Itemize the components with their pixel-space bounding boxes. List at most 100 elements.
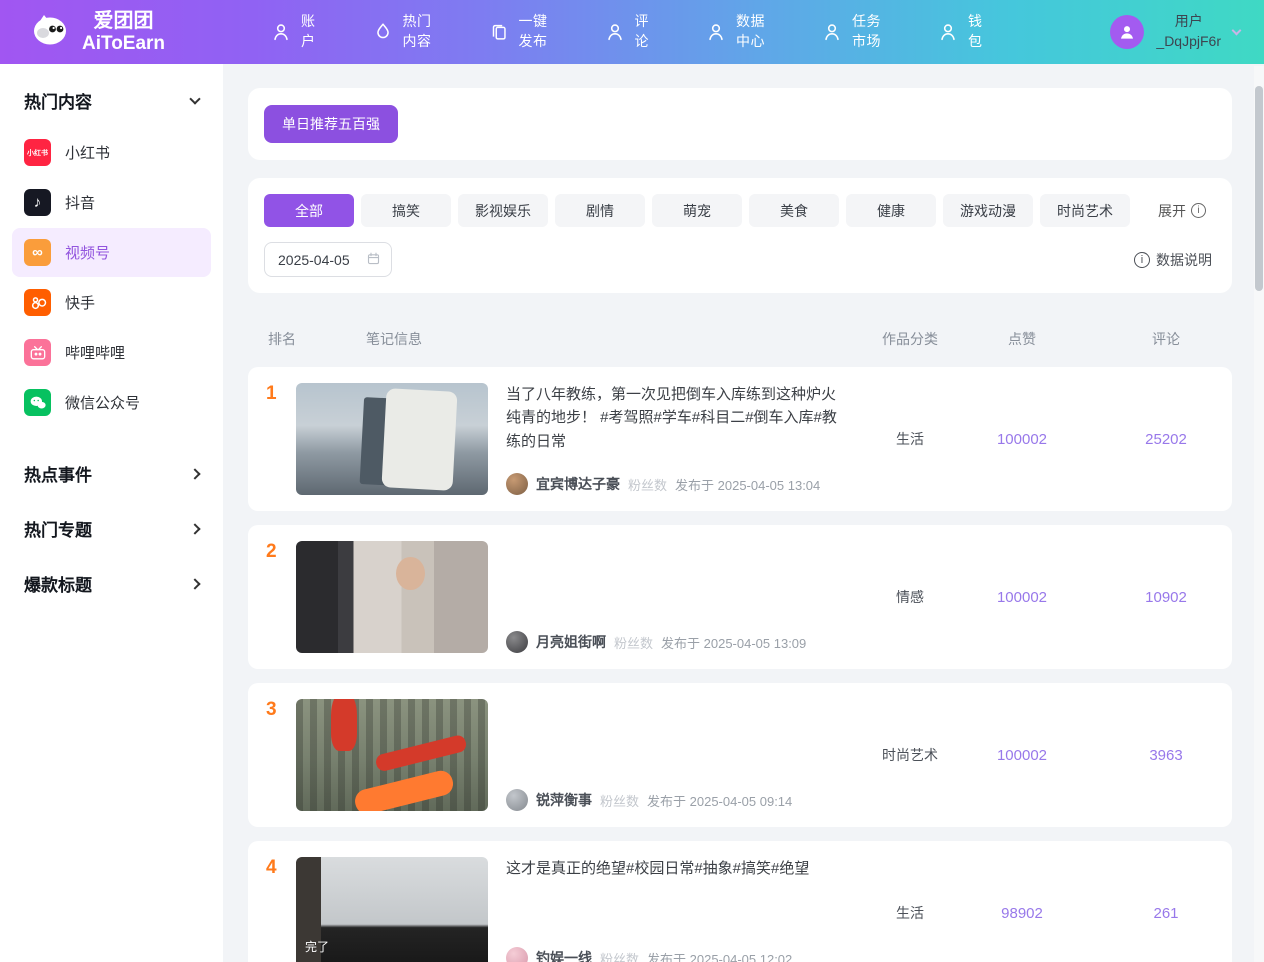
section-label: 热门专题 (24, 516, 92, 541)
fans-label: 粉丝数 (600, 791, 639, 810)
sidebar-item-bilibili[interactable]: 哔哩哔哩 (12, 328, 211, 377)
user-icon (705, 21, 727, 43)
nav-item-label: 任务市场 (852, 12, 881, 51)
nav-item-label: 钱包 (968, 12, 983, 51)
video-thumbnail[interactable] (296, 541, 488, 653)
category-cell: 生活 (858, 429, 962, 449)
table-row[interactable]: 2 月亮姐街啊 粉丝数 发布于 2025-04-05 13:09 情感 1000… (248, 525, 1232, 669)
likes-cell: 98902 (972, 905, 1072, 922)
expand-tabs-link[interactable]: 展开 i (1158, 201, 1216, 221)
sidebar-item-label: 小红书 (65, 142, 110, 163)
nav-item-label: 数据中心 (736, 12, 765, 51)
header-category: 作品分类 (858, 329, 962, 349)
sidebar-item-label: 抖音 (65, 192, 95, 213)
table-row[interactable]: 4 完了 这才是真正的绝望#校园日常#抽象#搞笑#绝望 钓娱一线 粉丝数 发布于… (248, 841, 1232, 962)
tab-food[interactable]: 美食 (749, 194, 839, 227)
chevron-right-icon (189, 523, 200, 534)
user-icon (604, 21, 626, 43)
sidebar-item-shipinhao[interactable]: ∞ 视频号 (12, 228, 211, 277)
table-row[interactable]: 1 当了八年教练，第一次见把倒车入库练到这种炉火纯青的地步！ #考驾照#学车#科… (248, 367, 1232, 511)
tab-funny[interactable]: 搞笑 (361, 194, 451, 227)
date-value: 2025-04-05 (278, 252, 350, 268)
author-name[interactable]: 锐萍衡事 (536, 790, 592, 810)
sidebar-section-hot-events[interactable]: 热点事件 (0, 447, 223, 500)
author-avatar (506, 473, 528, 495)
comments-cell: 10902 (1116, 589, 1216, 606)
douyin-icon: ♪ (24, 189, 51, 216)
sidebar: 热门内容 小红书 小红书 ♪ 抖音 ∞ 视频号 快手 哔哩哔哩 (0, 64, 223, 962)
flame-icon (372, 21, 394, 43)
fans-label: 粉丝数 (600, 949, 639, 962)
author-avatar (506, 947, 528, 962)
sidebar-item-xiaohongshu[interactable]: 小红书 小红书 (12, 128, 211, 177)
table-row[interactable]: 3 锐萍衡事 粉丝数 发布于 2025-04-05 09:14 时尚艺术 100… (248, 683, 1232, 827)
sidebar-item-kuaishou[interactable]: 快手 (12, 278, 211, 327)
tab-film-entertainment[interactable]: 影视娱乐 (458, 194, 548, 227)
info-icon: i (1134, 252, 1150, 268)
mascot-icon (30, 9, 70, 54)
nav-item-data-center[interactable]: 数据中心 (705, 12, 765, 51)
note-title[interactable]: 这才是真正的绝望#校园日常#抽象#搞笑#绝望 (506, 857, 846, 880)
user-icon (270, 21, 292, 43)
tab-fashion-art[interactable]: 时尚艺术 (1040, 194, 1130, 227)
tab-health[interactable]: 健康 (846, 194, 936, 227)
nav-item-one-click-publish[interactable]: 一键发布 (488, 12, 548, 51)
sidebar-item-label: 微信公众号 (65, 392, 140, 413)
video-thumbnail[interactable] (296, 699, 488, 811)
thumbnail-caption: 完了 (305, 938, 329, 955)
sidebar-item-douyin[interactable]: ♪ 抖音 (12, 178, 211, 227)
tab-drama[interactable]: 剧情 (555, 194, 645, 227)
rank-number: 1 (266, 383, 296, 495)
date-row: 2025-04-05 i 数据说明 (264, 242, 1216, 277)
tab-game-anime[interactable]: 游戏动漫 (943, 194, 1033, 227)
author-name[interactable]: 月亮姐街啊 (536, 632, 606, 652)
data-note-link[interactable]: i 数据说明 (1134, 250, 1216, 270)
nav-item-label: 账户 (301, 12, 316, 51)
nav-item-comments[interactable]: 评论 (604, 12, 650, 51)
sidebar-section-hot-content[interactable]: 热门内容 (0, 72, 223, 127)
video-thumbnail[interactable]: 完了 (296, 857, 488, 962)
comments-cell: 3963 (1116, 747, 1216, 764)
chevron-right-icon (189, 468, 200, 479)
sidebar-item-label: 哔哩哔哩 (65, 342, 125, 363)
author-name[interactable]: 钓娱一线 (536, 948, 592, 962)
nav-item-account[interactable]: 账户 (270, 12, 316, 51)
nav-item-hot-content[interactable]: 热门内容 (372, 12, 432, 51)
publish-time: 发布于 2025-04-05 13:04 (675, 475, 820, 494)
sidebar-item-wechat-official[interactable]: 微信公众号 (12, 378, 211, 427)
author-row: 锐萍衡事 粉丝数 发布于 2025-04-05 09:14 (506, 789, 846, 811)
user-icon (821, 21, 843, 43)
daily-top500-button[interactable]: 单日推荐五百强 (264, 105, 398, 143)
author-row: 钓娱一线 粉丝数 发布于 2025-04-05 12:02 (506, 947, 846, 962)
rank-number: 4 (266, 857, 296, 962)
category-cell: 情感 (858, 587, 962, 607)
shipinhao-icon: ∞ (24, 239, 51, 266)
filters-card: 全部 搞笑 影视娱乐 剧情 萌宠 美食 健康 游戏动漫 时尚艺术 展开 i 20… (248, 178, 1232, 293)
section-label: 热点事件 (24, 461, 92, 486)
tab-all[interactable]: 全部 (264, 194, 354, 227)
video-thumbnail[interactable] (296, 383, 488, 495)
chevron-right-icon (189, 578, 200, 589)
user-menu[interactable]: 用户_DqJpjF6r (1110, 12, 1264, 51)
scrollbar-track[interactable] (1254, 66, 1264, 962)
tab-pets[interactable]: 萌宠 (652, 194, 742, 227)
note-title[interactable]: 当了八年教练，第一次见把倒车入库练到这种炉火纯青的地步！ #考驾照#学车#科目二… (506, 383, 846, 453)
publish-time: 发布于 2025-04-05 13:09 (661, 633, 806, 652)
rank-number: 3 (266, 699, 296, 811)
data-note-label: 数据说明 (1156, 250, 1212, 270)
author-avatar (506, 789, 528, 811)
sidebar-section-hot-topics[interactable]: 热门专题 (0, 502, 223, 555)
sidebar-item-label: 快手 (65, 292, 95, 313)
scrollbar-thumb[interactable] (1255, 86, 1263, 291)
category-cell: 生活 (858, 903, 962, 923)
nav-item-task-market[interactable]: 任务市场 (821, 12, 881, 51)
sidebar-section-hot-titles[interactable]: 爆款标题 (0, 557, 223, 610)
author-row: 宜宾博达子豪 粉丝数 发布于 2025-04-05 13:04 (506, 473, 846, 495)
app-logo[interactable]: 爱团团 AiToEarn (0, 9, 218, 56)
header-note-info: 笔记信息 (298, 329, 858, 349)
wechat-icon (24, 389, 51, 416)
publish-time: 发布于 2025-04-05 12:02 (647, 949, 792, 962)
date-picker[interactable]: 2025-04-05 (264, 242, 392, 277)
nav-item-wallet[interactable]: 钱包 (937, 12, 983, 51)
author-name[interactable]: 宜宾博达子豪 (536, 474, 620, 494)
